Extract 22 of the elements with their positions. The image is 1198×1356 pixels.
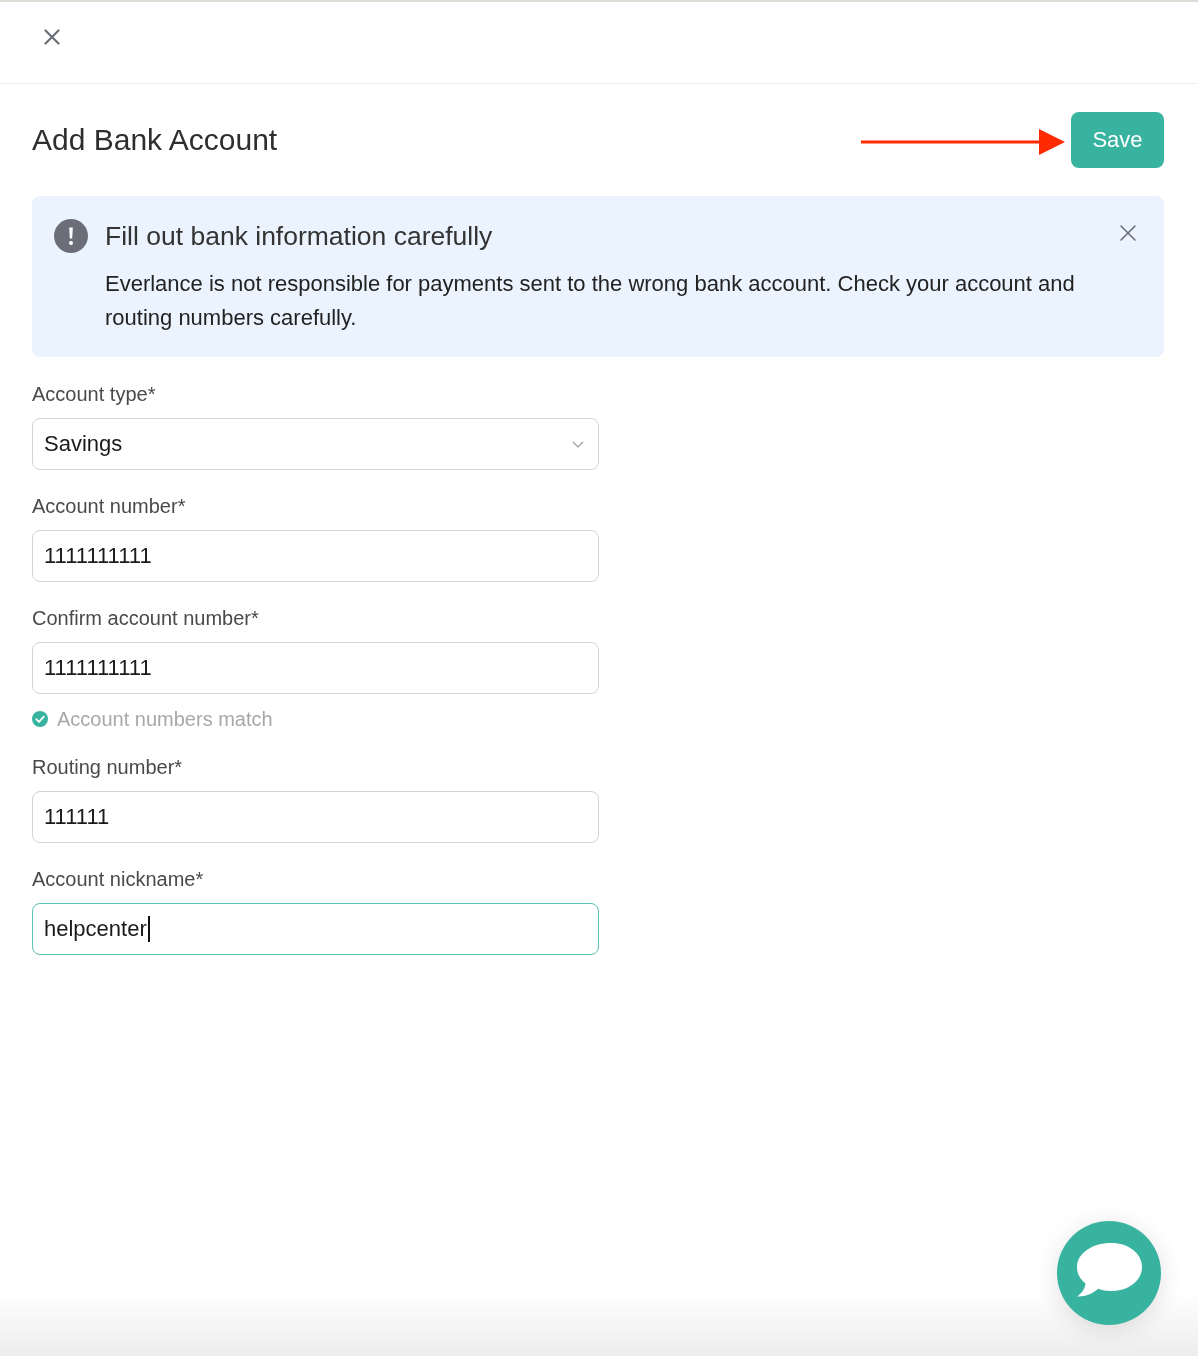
close-button[interactable]	[44, 28, 60, 45]
close-icon	[1120, 225, 1136, 241]
text-field[interactable]: 1111111111	[32, 530, 599, 582]
alert-message: Everlance is not responsible for payments sent to the wrong bank account. Check your account and routing numbers carefully.	[105, 270, 1076, 332]
select-field[interactable]: Savings	[32, 418, 599, 470]
validation-message: Account numbers match	[57, 707, 273, 731]
field-label: Routing number*	[32, 755, 183, 779]
chevron-down-icon	[572, 440, 584, 448]
field-label: Account number*	[32, 494, 186, 518]
text-field[interactable]: 111111	[32, 791, 599, 843]
field-label: Account nickname*	[32, 867, 204, 891]
field-label: Account type*	[32, 382, 156, 406]
text-field[interactable]: 1111111111	[32, 642, 599, 694]
dismiss-button[interactable]	[1120, 225, 1136, 241]
check-circle-icon	[32, 711, 48, 727]
page-title: Add Bank Account	[32, 123, 278, 157]
alert-title: Fill out bank information carefully	[105, 220, 494, 253]
exclamation-icon	[54, 219, 88, 253]
field-label: Confirm account number*	[32, 606, 259, 630]
close-icon	[44, 28, 60, 45]
text-cursor	[147, 916, 150, 942]
text-field[interactable]: helpcenter	[32, 903, 599, 955]
